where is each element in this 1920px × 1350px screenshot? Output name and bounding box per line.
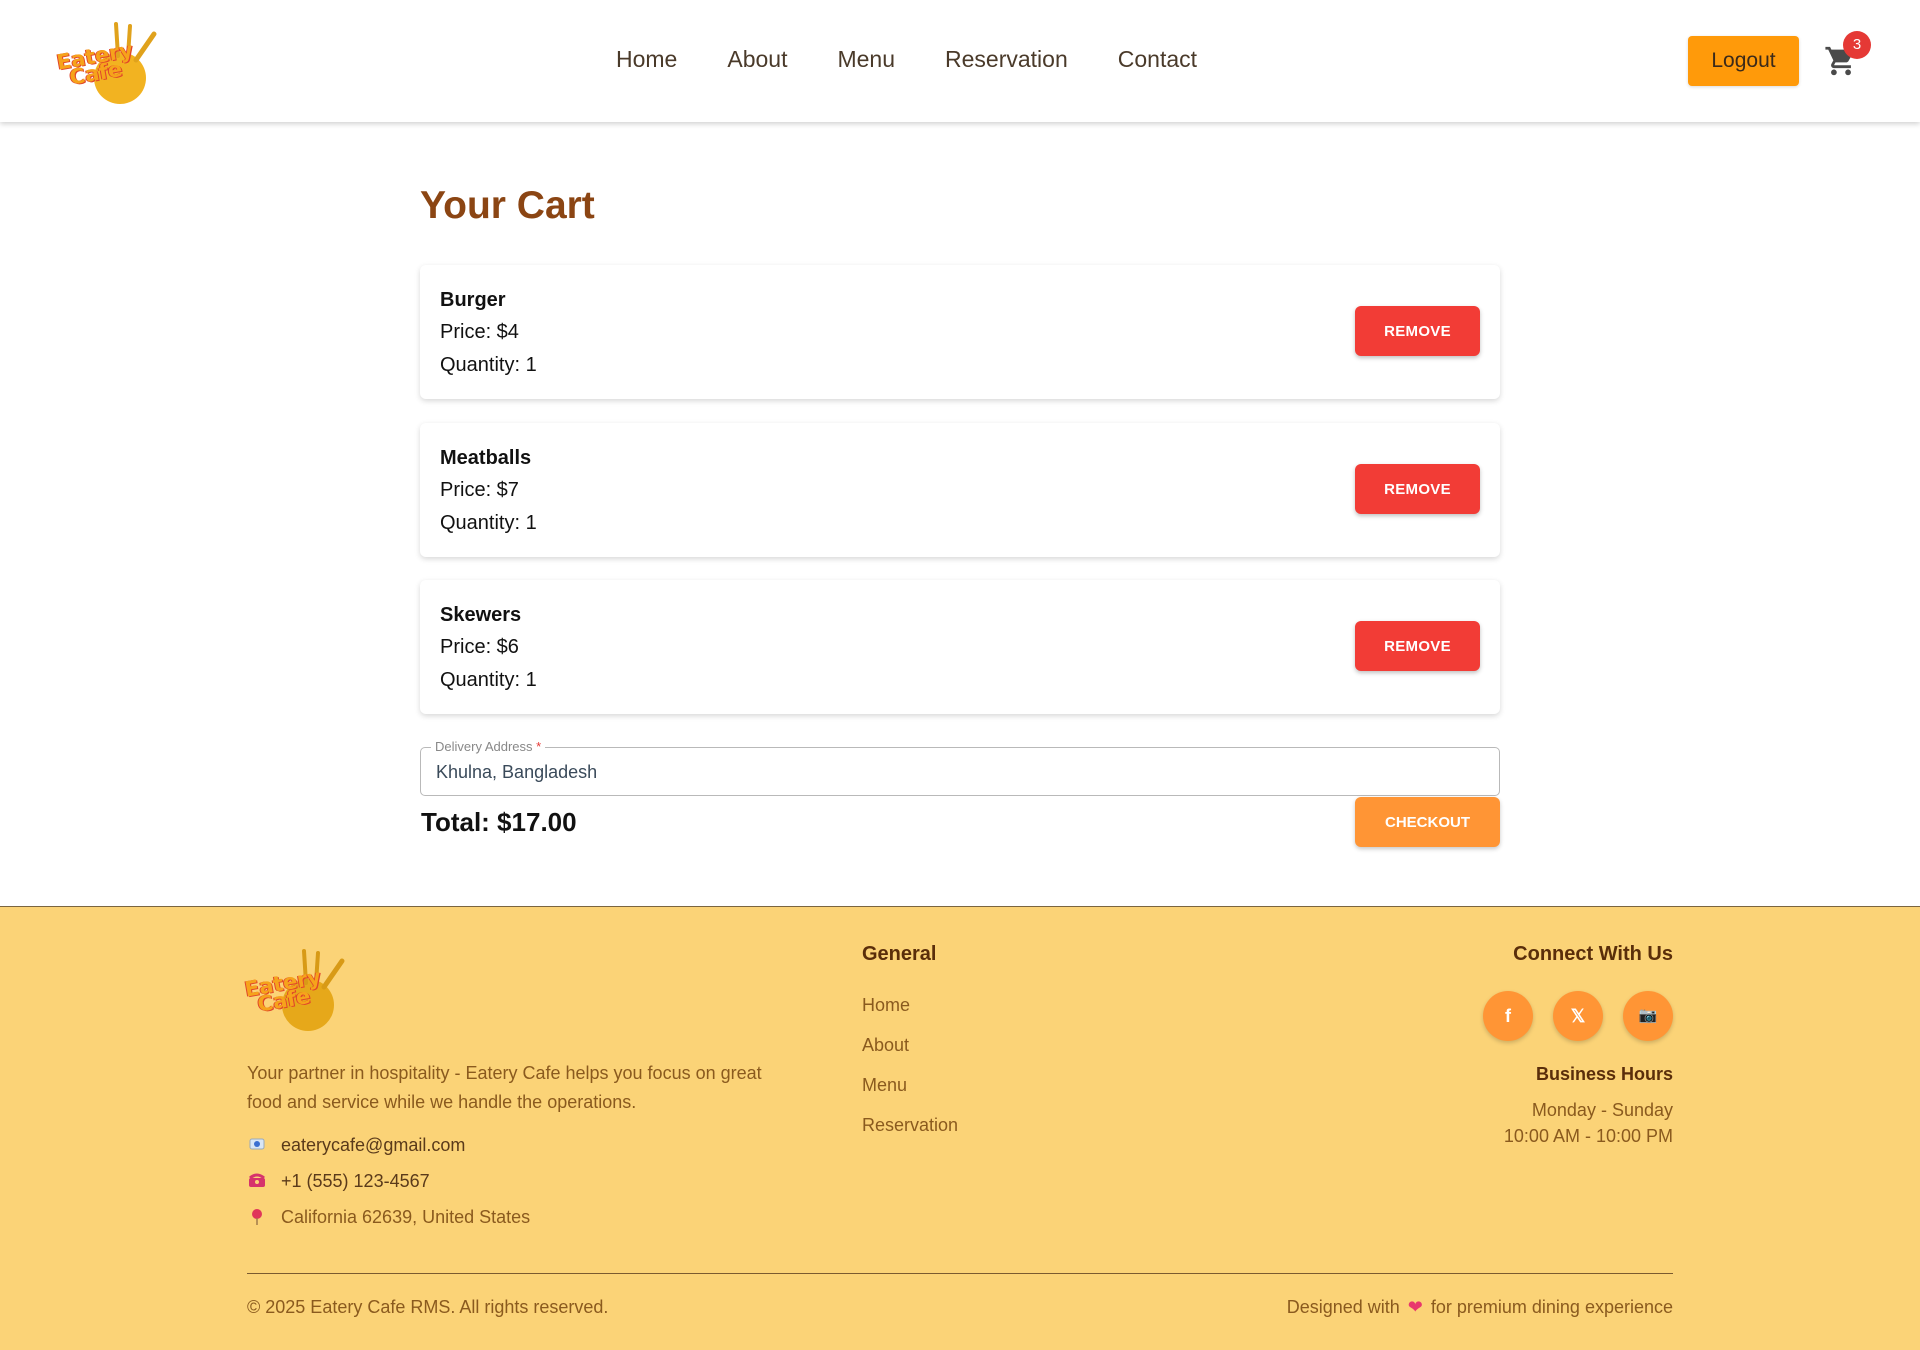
footer-link-menu[interactable]: Menu [862,1075,907,1096]
business-hours-days: Monday - Sunday [1531,1100,1673,1120]
delivery-address-field: Delivery Address * [420,739,1500,796]
delivery-address-label: Delivery Address * [431,739,546,754]
item-quantity: Quantity: 1 [440,669,537,691]
nav-about[interactable]: About [727,46,787,73]
item-price: Price: $7 [440,479,519,501]
footer-link-reservation[interactable]: Reservation [862,1115,958,1136]
item-quantity: Quantity: 1 [440,512,537,534]
nav-menu[interactable]: Menu [837,46,895,73]
site-header: Eatery Cafe Home About Menu Reservation … [0,0,1920,122]
nav-reservation[interactable]: Reservation [945,46,1068,73]
item-price: Price: $6 [440,636,519,658]
site-footer: Eatery Cafe Your partner in hospitality … [0,906,1920,1350]
footer-address: California 62639, United States [247,1207,530,1228]
logout-button[interactable]: Logout [1688,36,1799,86]
remove-button[interactable]: REMOVE [1355,306,1480,356]
footer-link-about[interactable]: About [862,1035,909,1056]
remove-button[interactable]: REMOVE [1355,621,1480,671]
connect-heading: Connect With Us [1513,943,1673,965]
email-icon [247,1136,267,1156]
cart-total: Total: $17.00 [421,807,577,837]
footer-phone: +1 (555) 123-4567 [247,1171,430,1192]
cart-item: Burger Price: $4 Quantity: 1 REMOVE [420,265,1500,399]
cart-item: Meatballs Price: $7 Quantity: 1 REMOVE [420,423,1500,557]
item-price: Price: $4 [440,321,519,343]
heart-icon: ❤ [1407,1297,1423,1317]
delivery-address-input[interactable] [436,759,1476,785]
item-name: Skewers [440,604,522,626]
footer-logo[interactable]: Eatery Cafe [243,947,346,1033]
instagram-icon[interactable]: 📷 [1623,991,1673,1041]
nav-contact[interactable]: Contact [1118,46,1197,73]
business-hours-time: 10:00 AM - 10:00 PM [1503,1126,1673,1146]
map-pin-icon [247,1208,267,1228]
item-quantity: Quantity: 1 [440,354,537,376]
footer-link-home[interactable]: Home [862,995,910,1016]
footer-description: Your partner in hospitality - Eatery Caf… [247,1063,762,1112]
business-hours-heading: Business Hours [1535,1064,1673,1084]
footer-email: eaterycafe@gmail.com [247,1135,465,1156]
item-name: Meatballs [440,447,532,469]
page-title: Your Cart [420,184,595,227]
remove-button[interactable]: REMOVE [1355,464,1480,514]
copyright-text: © 2025 Eatery Cafe RMS. All rights reser… [247,1297,609,1317]
general-heading: General [862,943,937,965]
eatery-cafe-logo[interactable]: Eatery Cafe [55,20,158,106]
facebook-icon[interactable]: f [1483,991,1533,1041]
cart-count-badge: 3 [1843,31,1871,59]
designed-with-text: Designed with ❤ for premium dining exper… [1286,1297,1673,1317]
x-twitter-icon[interactable]: 𝕏 [1553,991,1603,1041]
main-nav: Home About Menu Reservation Contact [616,46,1197,73]
cart-item: Skewers Price: $6 Quantity: 1 REMOVE [420,580,1500,714]
phone-icon [247,1172,267,1192]
item-name: Burger [440,289,506,311]
nav-home[interactable]: Home [616,46,677,73]
checkout-button[interactable]: CHECKOUT [1355,797,1500,847]
footer-divider [247,1273,1673,1274]
